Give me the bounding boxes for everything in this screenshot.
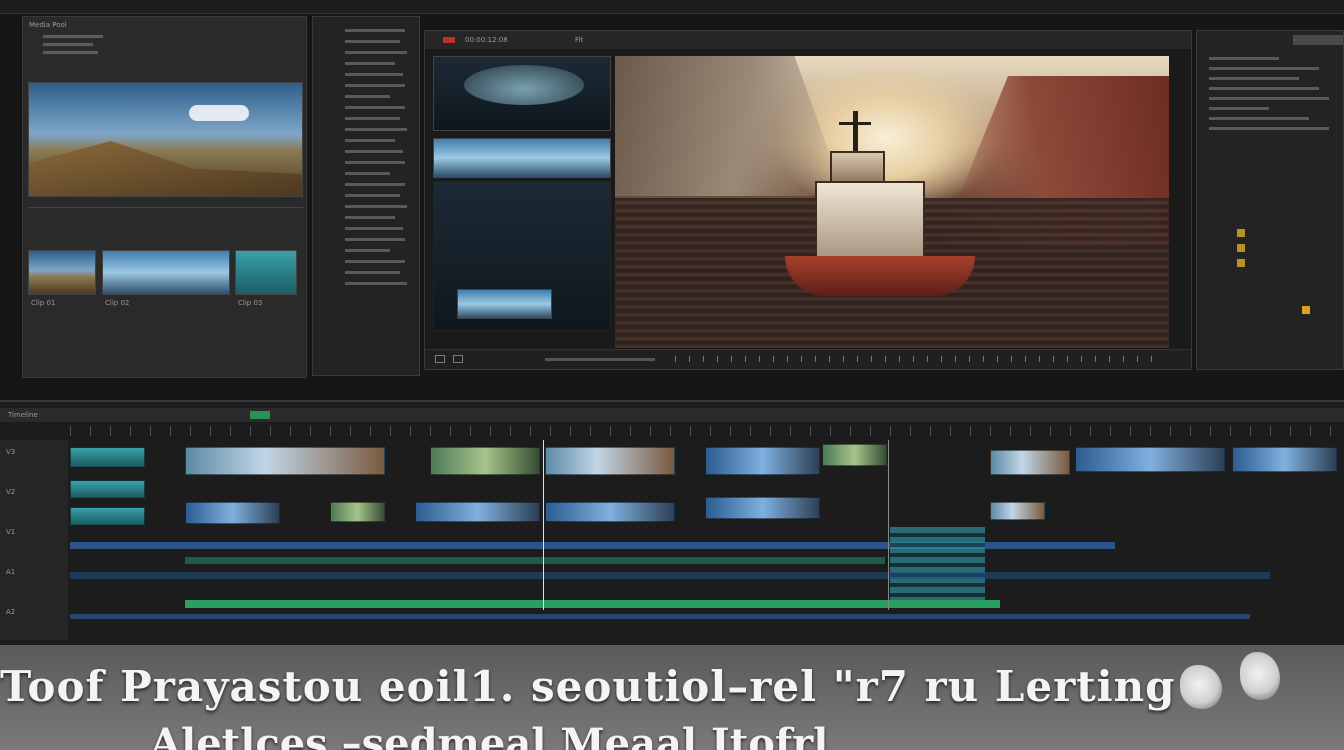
timeline-title: Timeline <box>8 411 38 419</box>
timeline-clip[interactable] <box>705 447 820 475</box>
audio-waveform[interactable] <box>70 572 1270 579</box>
track-name-v1: V1 <box>6 528 16 536</box>
program-monitor-image[interactable] <box>615 56 1169 348</box>
play-icon[interactable] <box>435 355 445 363</box>
media-bin-title: Media Pool <box>29 21 67 29</box>
timeline-marker[interactable] <box>250 411 270 419</box>
timeline-clip[interactable] <box>415 502 540 522</box>
media-thumbnail-1[interactable] <box>28 250 96 295</box>
thumbnail-label-1: Clip 01 <box>31 299 56 307</box>
stop-icon[interactable] <box>453 355 463 363</box>
cliff-left-shape <box>615 56 845 196</box>
clip-list-panel <box>312 16 420 376</box>
track-name-v3: V3 <box>6 448 16 456</box>
track-headers: V3 V2 V1 A1 A2 <box>0 440 68 640</box>
inspector-header <box>1293 35 1343 45</box>
media-bin-panel: Media Pool Clip 01 Clip 02 Clip 03 <box>22 16 307 378</box>
transport-controls <box>425 349 1191 369</box>
timeline-clip[interactable] <box>1232 447 1337 472</box>
inspector-swatch-1[interactable] <box>1237 229 1245 237</box>
inspector-panel <box>1196 30 1344 370</box>
timeline-clip[interactable] <box>990 502 1045 520</box>
picture-in-picture[interactable] <box>457 289 552 319</box>
timeline-clip[interactable] <box>70 447 145 467</box>
ruler-ticks <box>675 356 1165 362</box>
inspector-swatch-2[interactable] <box>1237 244 1245 252</box>
inspector-swatch-4[interactable] <box>1302 306 1310 314</box>
scrub-bar[interactable] <box>545 358 655 361</box>
boat-hull <box>785 256 975 296</box>
timeline-clip[interactable] <box>545 447 675 475</box>
timeline-clip[interactable] <box>185 447 385 475</box>
timeline-clip[interactable] <box>330 502 385 522</box>
track-name-v2: V2 <box>6 488 16 496</box>
timeline-cut-line <box>888 440 889 610</box>
timeline-clip[interactable] <box>185 502 280 524</box>
timeline-panel: Timeline V3 V2 V1 A1 A2 <box>0 400 1344 645</box>
timeline-clip[interactable] <box>705 497 820 519</box>
caption-line-1: Toof Prayastou eoil1. seoutiol–rel "r7 r… <box>0 662 1176 711</box>
media-bin-menu <box>43 35 103 54</box>
timeline-clip[interactable] <box>70 507 145 525</box>
viewer-zoom[interactable]: Fit <box>575 36 583 44</box>
viewer-toolbar: 00:00:12:08 Fit <box>425 31 1191 49</box>
inspector-swatch-3[interactable] <box>1237 259 1245 267</box>
caption-line-2: Aletlces –sedmeal Meaal Itofrl <box>150 720 829 750</box>
source-preview-image[interactable] <box>28 82 303 197</box>
track-name-a1: A1 <box>6 568 16 576</box>
timeline-clip[interactable] <box>822 444 887 466</box>
media-thumbnail-3[interactable] <box>235 250 297 295</box>
secondary-clip-preview[interactable] <box>433 138 611 178</box>
audio-waveform[interactable] <box>890 527 985 607</box>
boat-mast-bar <box>839 122 871 125</box>
timeline-playhead[interactable] <box>543 440 544 610</box>
audio-waveform[interactable] <box>70 614 1250 619</box>
boat-mast <box>853 111 858 156</box>
timeline-clip[interactable] <box>1075 447 1225 472</box>
viewer-timecode: 00:00:12:08 <box>465 36 508 44</box>
thumbnail-label-2: Clip 02 <box>105 299 130 307</box>
top-menu-bar <box>0 0 1344 14</box>
brand-logo-left <box>1180 665 1222 709</box>
timeline-clip[interactable] <box>990 450 1070 475</box>
timeline-ruler <box>70 426 1344 436</box>
media-thumbnail-2[interactable] <box>102 250 230 295</box>
timeline-clip[interactable] <box>70 480 145 498</box>
audio-waveform[interactable] <box>185 557 885 564</box>
media-bin-divider <box>28 207 303 208</box>
inspector-fields <box>1209 57 1329 130</box>
source-clip-preview[interactable] <box>433 56 611 131</box>
record-indicator <box>443 37 455 43</box>
viewer-panel: 00:00:12:08 Fit <box>424 30 1192 370</box>
audio-waveform[interactable] <box>185 600 1000 608</box>
boat-cabin <box>815 181 925 261</box>
track-name-a2: A2 <box>6 608 16 616</box>
timeline-toolbar: Timeline <box>0 408 1344 422</box>
thumbnail-label-3: Clip 03 <box>238 299 263 307</box>
clip-list-entries <box>345 29 407 285</box>
timeline-clip[interactable] <box>430 447 540 475</box>
timeline-clip[interactable] <box>545 502 675 522</box>
